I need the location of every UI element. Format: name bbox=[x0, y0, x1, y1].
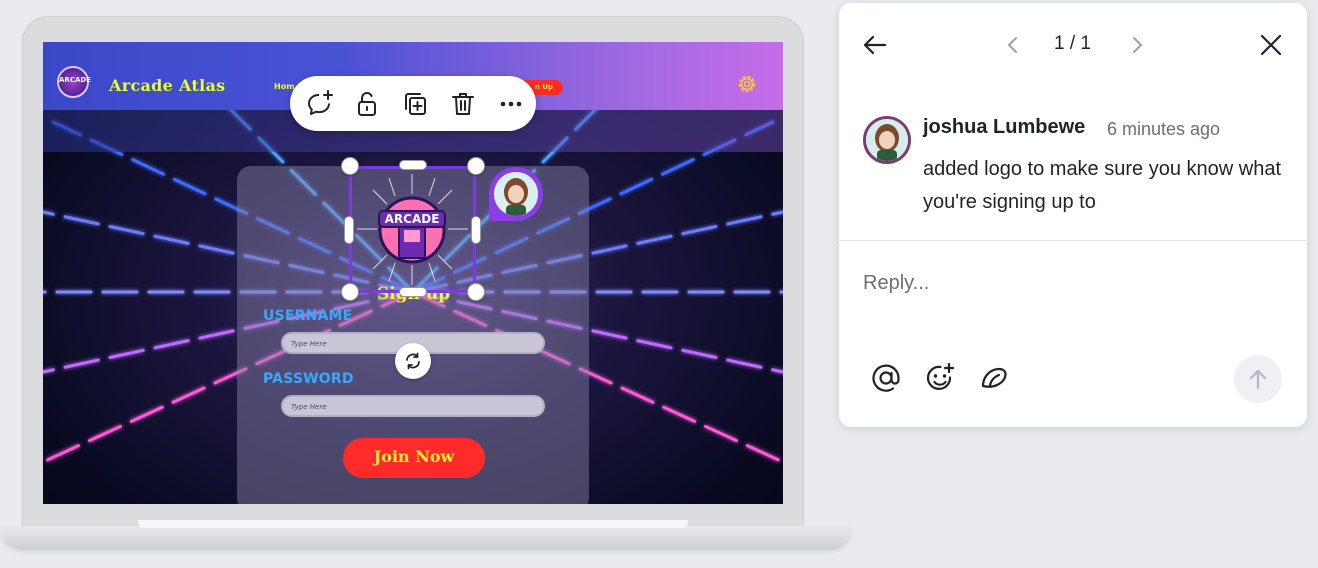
gear-icon[interactable] bbox=[735, 72, 759, 96]
password-label: PASSWORD bbox=[263, 371, 354, 387]
emoji-add-icon bbox=[926, 362, 955, 390]
site-title: Arcade Atlas bbox=[109, 76, 226, 95]
comment-add-icon bbox=[308, 89, 333, 115]
back-button[interactable] bbox=[859, 29, 891, 61]
send-reply-button[interactable] bbox=[1234, 355, 1282, 403]
add-comment-button[interactable] bbox=[302, 87, 336, 121]
chevron-right-icon bbox=[1133, 37, 1142, 53]
user-avatar-icon bbox=[494, 172, 538, 216]
next-comment-button[interactable] bbox=[1123, 31, 1151, 59]
arrow-left-icon bbox=[863, 35, 887, 55]
duplicate-icon bbox=[405, 92, 426, 115]
resize-handle-top-left[interactable] bbox=[341, 157, 359, 175]
comment-pin-avatar bbox=[494, 172, 538, 216]
resize-handle-right[interactable] bbox=[471, 216, 481, 244]
resize-handle-top[interactable] bbox=[399, 160, 427, 170]
at-sign-icon bbox=[872, 364, 900, 392]
site-logo: ARCADE bbox=[57, 66, 91, 98]
comment-author-avatar bbox=[863, 116, 911, 164]
resize-handle-bottom-left[interactable] bbox=[341, 283, 359, 301]
element-toolbar bbox=[290, 76, 536, 131]
sticker-button[interactable] bbox=[977, 361, 1011, 395]
join-now-button[interactable]: Join Now bbox=[343, 438, 485, 478]
comment-author: joshua Lumbewe bbox=[923, 116, 1086, 138]
sticker-icon bbox=[981, 367, 1007, 388]
arrow-up-icon bbox=[1249, 369, 1267, 390]
more-icon bbox=[500, 101, 522, 106]
trash-icon bbox=[452, 92, 474, 115]
selection-frame bbox=[349, 166, 476, 293]
previous-comment-button[interactable] bbox=[999, 31, 1027, 59]
add-emoji-button[interactable] bbox=[923, 361, 957, 395]
comment-panel: 1 / 1 joshua Lumbewe 6 minutes ago added… bbox=[839, 3, 1307, 427]
resize-handle-bottom[interactable] bbox=[399, 287, 427, 297]
duplicate-button[interactable] bbox=[398, 87, 432, 121]
username-label: USERNAME bbox=[263, 308, 353, 324]
rotate-icon bbox=[406, 352, 420, 370]
delete-button[interactable] bbox=[446, 87, 480, 121]
unlock-button[interactable] bbox=[350, 87, 384, 121]
laptop-mockup-base bbox=[0, 526, 852, 550]
resize-handle-top-right[interactable] bbox=[467, 157, 485, 175]
mention-button[interactable] bbox=[869, 361, 903, 395]
chevron-left-icon bbox=[1008, 37, 1017, 53]
resize-handle-bottom-right[interactable] bbox=[467, 283, 485, 301]
resize-handle-left[interactable] bbox=[344, 216, 354, 244]
laptop-mockup-notch bbox=[138, 520, 688, 528]
reply-input[interactable] bbox=[863, 267, 1263, 299]
comment-pin[interactable] bbox=[489, 167, 543, 221]
nav-home-link[interactable]: Hom bbox=[274, 82, 295, 91]
rotate-handle[interactable] bbox=[395, 343, 431, 379]
comment-pager: 1 / 1 bbox=[1054, 33, 1091, 54]
unlock-icon bbox=[358, 91, 376, 116]
site-logo-text: ARCADE bbox=[59, 76, 91, 84]
close-button[interactable] bbox=[1255, 29, 1287, 61]
more-options-button[interactable] bbox=[494, 87, 528, 121]
password-input[interactable]: Type Here bbox=[281, 395, 545, 417]
panel-divider bbox=[839, 240, 1307, 241]
comment-timestamp: 6 minutes ago bbox=[1107, 119, 1221, 139]
close-icon bbox=[1260, 34, 1282, 56]
comment-message: added logo to make sure you know what yo… bbox=[923, 158, 1281, 213]
user-avatar-icon bbox=[866, 119, 908, 161]
